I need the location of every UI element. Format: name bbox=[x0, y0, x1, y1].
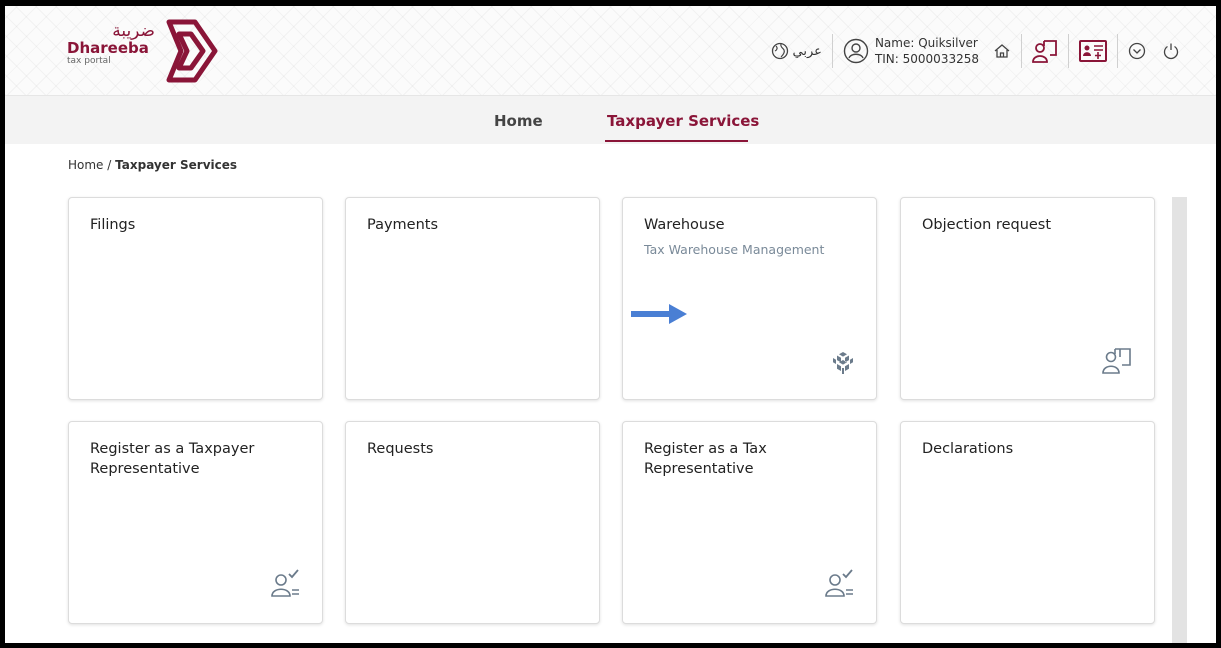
logo-arabic: ضريبة bbox=[112, 21, 155, 41]
user-name: Name: Quiksilver bbox=[874, 36, 978, 50]
card-title: Requests bbox=[367, 441, 434, 457]
divider bbox=[831, 34, 833, 68]
language-switch[interactable]: عربي bbox=[771, 42, 822, 60]
nav-home[interactable]: Home bbox=[494, 112, 543, 130]
logo[interactable]: ضريبة Dhareeba tax portal bbox=[67, 22, 155, 67]
card-register-tax-representative[interactable]: Register as a Tax Representative bbox=[622, 421, 877, 624]
card-title: Register as a Taxpayer Representative bbox=[90, 441, 255, 477]
breadcrumb-home[interactable]: Home bbox=[68, 158, 103, 172]
chevron-down-circle-icon[interactable] bbox=[1128, 42, 1146, 60]
divider bbox=[1068, 34, 1069, 68]
nav-taxpayer-services[interactable]: Taxpayer Services bbox=[607, 112, 759, 130]
card-title: Declarations bbox=[922, 441, 1014, 457]
user-circle-icon bbox=[843, 38, 869, 64]
breadcrumb: Home / Taxpayer Services bbox=[68, 158, 237, 172]
page-frame: ضريبة Dhareeba tax portal عربي Name: Qui… bbox=[5, 6, 1216, 643]
card-filings[interactable]: Filings bbox=[68, 197, 323, 400]
user-check-icon bbox=[270, 569, 300, 603]
card-title: Filings bbox=[90, 217, 136, 233]
header: ضريبة Dhareeba tax portal عربي Name: Qui… bbox=[5, 6, 1216, 96]
card-title: Register as a Tax Representative bbox=[644, 441, 767, 477]
card-payments[interactable]: Payments bbox=[345, 197, 600, 400]
language-label: عربي bbox=[792, 43, 822, 59]
card-register-taxpayer-representative[interactable]: Register as a Taxpayer Representative bbox=[68, 421, 323, 624]
cubes-icon bbox=[832, 351, 854, 379]
arrow-right-icon bbox=[629, 302, 689, 330]
card-title: Payments bbox=[367, 217, 439, 233]
card-requests[interactable]: Requests bbox=[345, 421, 600, 624]
card-objection-request[interactable]: Objection request bbox=[900, 197, 1155, 400]
globe-icon bbox=[771, 42, 789, 60]
objection-icon bbox=[1102, 345, 1132, 379]
logo-name: Dhareeba bbox=[67, 39, 149, 57]
divider bbox=[1021, 34, 1022, 68]
breadcrumb-current: Taxpayer Services bbox=[115, 158, 238, 172]
logo-mark-icon bbox=[165, 18, 219, 88]
home-icon[interactable] bbox=[993, 42, 1011, 60]
user-tin: TIN: 5000033258 bbox=[874, 52, 979, 66]
main-nav: Home Taxpayer Services bbox=[5, 96, 1216, 144]
divider bbox=[1117, 34, 1118, 68]
power-icon[interactable] bbox=[1162, 42, 1180, 60]
id-card-add-icon[interactable] bbox=[1079, 39, 1107, 63]
objection-icon[interactable] bbox=[1032, 38, 1058, 64]
header-toolbar: عربي Name: Quiksilver TIN: 5000033258 bbox=[771, 33, 1180, 69]
breadcrumb-separator: / bbox=[107, 158, 112, 172]
card-title: Objection request bbox=[922, 217, 1052, 233]
card-declarations[interactable]: Declarations bbox=[900, 421, 1155, 624]
scrollbar[interactable] bbox=[1172, 197, 1187, 643]
card-warehouse[interactable]: Warehouse Tax Warehouse Management bbox=[622, 197, 877, 400]
card-subtitle: Tax Warehouse Management bbox=[644, 242, 825, 257]
nav-active-indicator bbox=[605, 140, 748, 142]
logo-subtitle: tax portal bbox=[67, 56, 111, 66]
user-info[interactable]: Name: Quiksilver TIN: 5000033258 bbox=[843, 35, 979, 67]
user-check-icon bbox=[824, 569, 854, 603]
card-title: Warehouse bbox=[644, 217, 725, 233]
